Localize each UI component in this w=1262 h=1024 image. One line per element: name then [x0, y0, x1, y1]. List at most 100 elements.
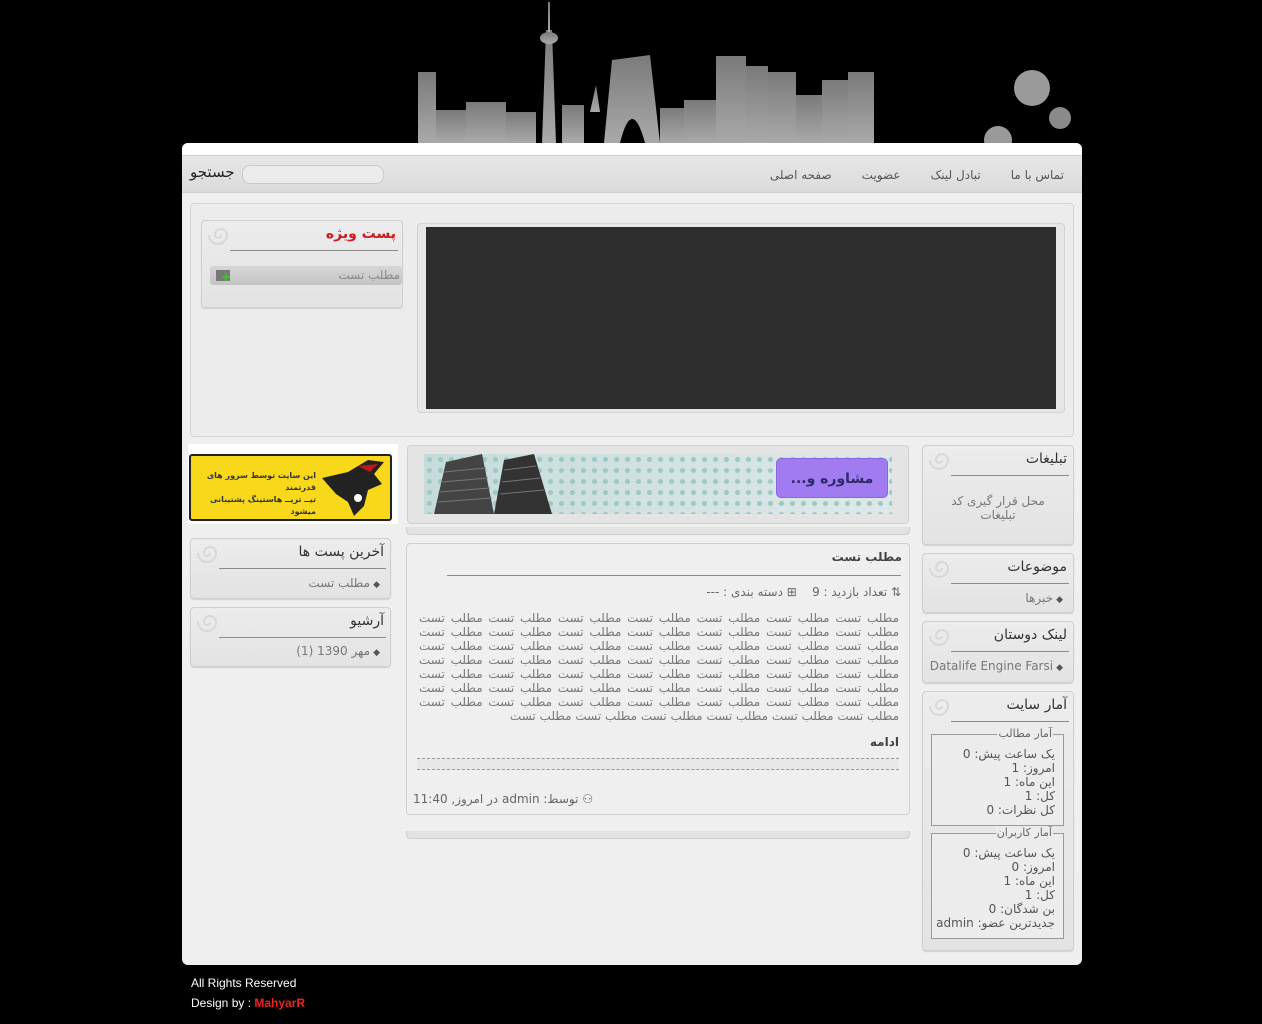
post-category: دسته بندی : ---: [706, 585, 783, 599]
latest-posts-box: آخرین پست ها ◆مطلب تست: [190, 538, 391, 599]
user-stat-line: بن شدگان: 0: [988, 902, 1055, 916]
hosting-ad-inner: این سایت توسط سرور های قدرتمند تیــ تریـ…: [189, 454, 392, 521]
post-stat-line: امروز: 1: [1011, 761, 1055, 775]
read-more-link[interactable]: ادامه: [870, 735, 899, 749]
featured-posts-box: پست ویژه مطلب تست: [201, 220, 403, 308]
stats-title: آمار سایت: [1006, 697, 1067, 713]
promo-frame: مشاوره و...: [407, 445, 909, 524]
ads-title: تبلیغات: [1025, 451, 1067, 467]
friends-title: لینک دوستان: [993, 627, 1067, 643]
user-stat-line: کل: 1: [1024, 888, 1055, 902]
stats-rule: [951, 721, 1069, 722]
footer-rights: All Rights Reserved: [191, 976, 297, 990]
friend-link-label: Datalife Engine Farsi: [929, 659, 1054, 673]
user-stat-line: یک ساعت پیش: 0: [962, 846, 1055, 860]
skyline-header-graphic: [418, 2, 1071, 145]
bullet-icon: ◆: [1056, 663, 1063, 673]
swirl-ornament-icon: [929, 561, 950, 578]
friend-link-item[interactable]: ◆Datalife Engine Farsi: [930, 659, 1063, 673]
archive-box: آرشیو ◆مهر 1390 (1): [190, 607, 391, 667]
latest-post-item[interactable]: ◆مطلب تست: [308, 576, 380, 590]
footer-design: Design by : MahyarR: [191, 993, 305, 1013]
menu-item-home[interactable]: صفحه اصلی: [770, 168, 832, 182]
user-stat-line: جدیدترین عضو: admin: [936, 916, 1055, 930]
latest-post-label: مطلب تست: [308, 576, 371, 590]
topics-box: موضوعات ◆خبرها: [922, 553, 1074, 613]
slider-frame: [417, 223, 1065, 413]
footer-designer-link[interactable]: MahyarR: [254, 996, 305, 1010]
post-title-rule: [447, 575, 901, 576]
main-menu: صفحه اصلی عضویت تبادل لینک تماس با ما: [770, 156, 1064, 194]
latest-posts-rule: [219, 568, 386, 569]
swirl-ornament-icon: [208, 228, 229, 245]
swirl-ornament-icon: [929, 629, 950, 646]
swirl-ornament-icon: [197, 615, 218, 632]
top-panel: پست ویژه مطلب تست: [190, 203, 1074, 437]
swirl-ornament-icon: [929, 453, 950, 470]
promo-banner[interactable]: مشاوره و...: [424, 454, 892, 514]
site-stats-box: آمار سایت آمار مطالب یک ساعت پیش: 0 امرو…: [922, 691, 1074, 951]
friends-rule: [951, 651, 1069, 652]
topics-title: موضوعات: [1007, 559, 1067, 575]
archive-item-label: مهر 1390 (1): [296, 644, 371, 658]
topic-item[interactable]: ◆خبرها: [1025, 591, 1063, 605]
search-label: جستجو: [190, 163, 235, 181]
bullet-icon: ◆: [1056, 595, 1063, 605]
main-frame: صفحه اصلی عضویت تبادل لینک تماس با ما جس…: [182, 143, 1082, 965]
user-stat-line: امروز: 0: [1011, 860, 1055, 874]
search-input[interactable]: [242, 165, 384, 184]
friends-links-box: لینک دوستان ◆Datalife Engine Farsi: [922, 621, 1074, 683]
featured-rule: [230, 250, 398, 251]
post-stat-line: یک ساعت پیش: 0: [962, 747, 1055, 761]
menu-bar: صفحه اصلی عضویت تبادل لینک تماس با ما جس…: [182, 155, 1082, 193]
post-title[interactable]: مطلب تست: [832, 550, 902, 564]
featured-title: پست ویژه: [325, 226, 396, 242]
server-rack-graphic: [434, 454, 552, 514]
separator-bar: [406, 527, 910, 535]
featured-item[interactable]: مطلب تست: [210, 266, 402, 285]
archive-title: آرشیو: [350, 613, 384, 629]
ads-box: تبلیغات محل قرار گیری کد تبلیغات: [922, 445, 1074, 545]
hosting-ad-banner[interactable]: این سایت توسط سرور های قدرتمند تیــ تریـ…: [188, 444, 398, 524]
post-meta: ⇅ تعداد بازدید : 9 ⊞ دسته بندی : ---: [706, 585, 901, 599]
post-stats-group: آمار مطالب یک ساعت پیش: 0 امروز: 1 این م…: [931, 727, 1064, 826]
post-views: تعداد بازدید : 9: [812, 585, 888, 599]
topic-item-label: خبرها: [1025, 591, 1054, 605]
user-stats-legend: آمار کاربران: [995, 826, 1053, 839]
post-card: مطلب تست ⇅ تعداد بازدید : 9 ⊞ دسته بندی …: [406, 543, 910, 815]
post-body: مطلب تست مطلب تست مطلب تست مطلب تست مطلب…: [419, 611, 899, 723]
archive-item[interactable]: ◆مهر 1390 (1): [296, 644, 380, 658]
menu-item-contact[interactable]: تماس با ما: [1011, 168, 1064, 182]
bullet-icon: ◆: [373, 580, 380, 590]
post-stat-line: کل: 1: [1024, 789, 1055, 803]
slider-area[interactable]: [426, 227, 1056, 409]
add-icon: [216, 270, 230, 281]
menu-item-register[interactable]: عضویت: [862, 168, 901, 182]
post-stat-line: این ماه: 1: [1003, 775, 1056, 789]
post-footer: ⚇ توسط: admin در امروز, 11:40: [413, 792, 593, 806]
ad-text-line2: تیــ تریــ هاستینگ پشتیبانی میشود: [210, 495, 316, 516]
latest-posts-title: آخرین پست ها: [298, 544, 384, 560]
swirl-ornament-icon: [197, 546, 218, 563]
user-stats-group: آمار کاربران یک ساعت پیش: 0 امروز: 0 این…: [931, 826, 1064, 939]
views-icon: ⇅: [890, 585, 901, 599]
topics-rule: [951, 583, 1069, 584]
category-icon: ⊞: [786, 585, 797, 599]
post-author-date: توسط: admin در امروز, 11:40: [413, 792, 579, 806]
separator-bar-bottom: [406, 831, 910, 839]
top-strip: [182, 143, 1082, 155]
promo-consult-button[interactable]: مشاوره و...: [776, 458, 888, 498]
footer-design-label: Design by :: [191, 996, 252, 1010]
user-stat-line: این ماه: 1: [1003, 874, 1056, 888]
users-icon: ⚇: [582, 792, 594, 806]
menu-item-link-exchange[interactable]: تبادل لینک: [931, 168, 981, 182]
swirl-ornament-icon: [929, 699, 950, 716]
page-footer: All Rights Reserved Design by : MahyarR: [191, 973, 305, 1013]
post-stat-line: کل نظرات: 0: [986, 803, 1055, 817]
bullet-icon: ◆: [373, 648, 380, 658]
post-stats-legend: آمار مطالب: [997, 727, 1053, 740]
ads-rule: [951, 475, 1069, 476]
archive-rule: [219, 637, 386, 638]
featured-item-label: مطلب تست: [338, 268, 400, 282]
eagle-logo-icon: [322, 460, 384, 516]
